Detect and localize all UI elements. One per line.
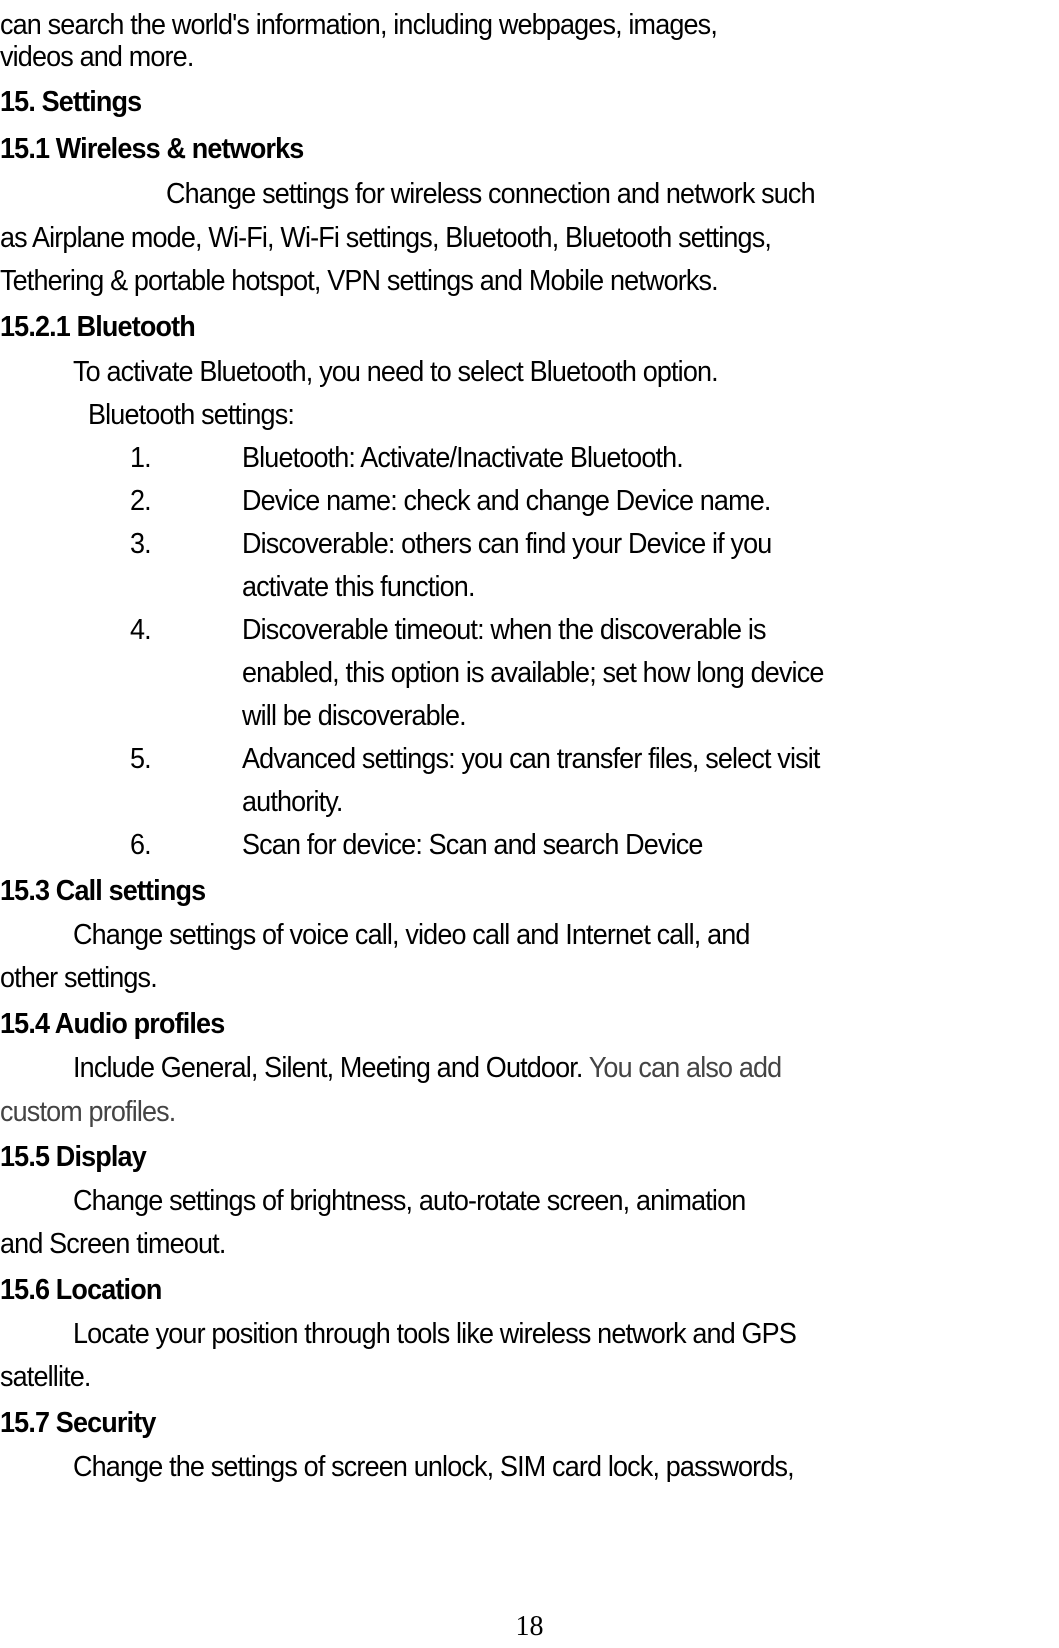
paragraph-line: satellite. (0, 1361, 91, 1393)
list-item-number: 4. (130, 614, 152, 646)
paragraph-line: Change settings of brightness, auto-rota… (73, 1185, 746, 1217)
list-item: Advanced settings: you can transfer file… (242, 743, 820, 775)
list-item: Device name: check and change Device nam… (242, 485, 771, 517)
list-item-number: 1. (130, 442, 152, 474)
paragraph-line: and Screen timeout. (0, 1228, 226, 1260)
section-heading: 15.7 Security (0, 1407, 156, 1439)
section-heading: 15. Settings (0, 86, 142, 118)
section-heading: 15.5 Display (0, 1141, 147, 1173)
section-heading: 15.2.1 Bluetooth (0, 311, 196, 343)
paragraph-line: Change settings for wireless connection … (166, 178, 816, 210)
intro-line: videos and more. (0, 41, 194, 73)
list-item-continued: enabled, this option is available; set h… (242, 657, 824, 689)
list-item: Discoverable: others can find your Devic… (242, 528, 772, 560)
list-item: Discoverable timeout: when the discovera… (242, 614, 766, 646)
paragraph-line: Include General, Silent, Meeting and Out… (73, 1046, 782, 1090)
page-number: 18 (515, 1611, 544, 1642)
section-heading: 15.4 Audio profiles (0, 1008, 225, 1040)
list-item-number: 2. (130, 485, 152, 517)
paragraph-text: Include General, Silent, Meeting and Out… (73, 1052, 583, 1084)
paragraph-line: as Airplane mode, Wi-Fi, Wi-Fi settings,… (0, 222, 772, 254)
section-heading: 15.6 Location (0, 1274, 162, 1306)
list-item-continued: authority. (242, 786, 343, 818)
paragraph-line: Tethering & portable hotspot, VPN settin… (0, 265, 719, 297)
list-item: Bluetooth: Activate/Inactivate Bluetooth… (242, 442, 684, 474)
list-item-number: 5. (130, 743, 152, 775)
paragraph-line: other settings. (0, 962, 158, 994)
paragraph-line-gray: custom profiles. (0, 1096, 176, 1128)
section-heading: 15.3 Call settings (0, 875, 206, 907)
list-item-continued: will be discoverable. (242, 700, 467, 732)
paragraph-line: Change settings of voice call, video cal… (73, 919, 750, 951)
paragraph-line: Change the settings of screen unlock, SI… (73, 1451, 795, 1483)
section-heading: 15.1 Wireless & networks (0, 133, 304, 165)
paragraph-line: To activate Bluetooth, you need to selec… (73, 356, 719, 388)
list-item-number: 6. (130, 829, 152, 861)
paragraph-line: Locate your position through tools like … (73, 1318, 797, 1350)
list-item: Scan for device: Scan and search Device (242, 829, 703, 861)
paragraph-text-gray: You can also add (588, 1052, 782, 1084)
list-item-continued: activate this function. (242, 571, 475, 603)
list-item-number: 3. (130, 528, 152, 560)
list-subheading: Bluetooth settings: (88, 399, 295, 431)
